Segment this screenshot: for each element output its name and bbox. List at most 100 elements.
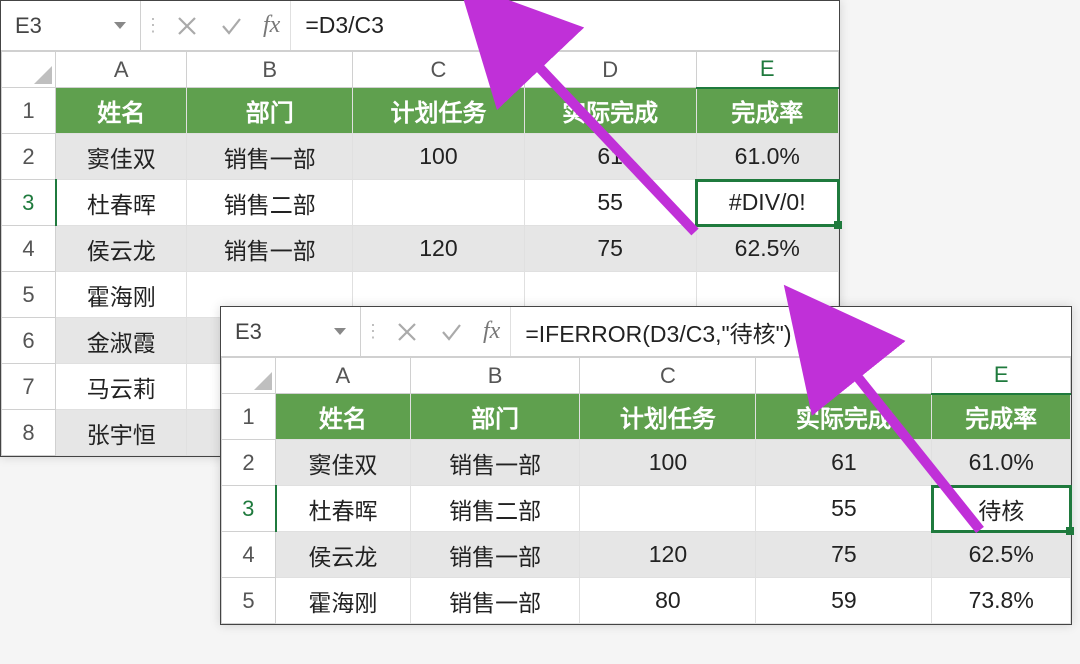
table-row: 2 窦佳双 销售一部 100 61 61.0% (2, 134, 839, 180)
row-header[interactable]: 2 (2, 134, 56, 180)
col-header[interactable]: E (932, 358, 1071, 394)
close-icon (396, 321, 418, 343)
cell[interactable]: 杜春晖 (56, 180, 187, 226)
col-header[interactable]: A (56, 52, 187, 88)
cell[interactable]: 侯云龙 (276, 532, 411, 578)
cell[interactable]: 计划任务 (580, 394, 756, 440)
name-box[interactable]: E3 (221, 307, 361, 356)
col-header[interactable]: B (410, 358, 580, 394)
cell[interactable]: 窦佳双 (56, 134, 187, 180)
row-header[interactable]: 1 (222, 394, 276, 440)
cell[interactable]: 完成率 (932, 394, 1071, 440)
cell[interactable]: 姓名 (56, 88, 187, 134)
column-headers: A B C D E (2, 52, 839, 88)
fx-icon[interactable]: fx (253, 1, 291, 50)
col-header[interactable]: B (187, 52, 353, 88)
fx-icon[interactable]: fx (473, 307, 511, 356)
cell[interactable] (353, 180, 525, 226)
cell[interactable]: 马云莉 (56, 364, 187, 410)
cell[interactable] (580, 486, 756, 532)
cell[interactable]: 80 (580, 578, 756, 624)
confirm-formula-button[interactable] (209, 1, 253, 50)
row-header[interactable]: 3 (2, 180, 56, 226)
chevron-down-icon[interactable] (334, 328, 346, 335)
spreadsheet-window-2: E3 ⋮ fx =IFERROR(D3/C3,"待核") A B C D E 1… (220, 306, 1072, 625)
cell[interactable]: 销售一部 (187, 226, 353, 272)
cell[interactable]: 完成率 (696, 88, 838, 134)
selected-cell[interactable]: 待核 (932, 486, 1071, 532)
cell[interactable]: 姓名 (276, 394, 411, 440)
cell[interactable]: 杜春晖 (276, 486, 411, 532)
cell[interactable]: 计划任务 (353, 88, 525, 134)
row-header[interactable]: 7 (2, 364, 56, 410)
col-header[interactable]: E (696, 52, 838, 88)
table-row: 3 杜春晖 销售二部 55 #DIV/0! (2, 180, 839, 226)
cancel-formula-button[interactable] (385, 307, 429, 356)
row-header[interactable]: 4 (222, 532, 276, 578)
cell[interactable]: 侯云龙 (56, 226, 187, 272)
cell[interactable]: 霍海刚 (276, 578, 411, 624)
row-header[interactable]: 6 (2, 318, 56, 364)
cell[interactable]: 实际完成 (756, 394, 932, 440)
col-header[interactable]: A (276, 358, 411, 394)
cell[interactable]: 销售一部 (410, 440, 580, 486)
row-header[interactable]: 4 (2, 226, 56, 272)
cell[interactable]: 73.8% (932, 578, 1071, 624)
cell[interactable]: 销售二部 (187, 180, 353, 226)
table-row: 1 姓名 部门 计划任务 实际完成 完成率 (222, 394, 1071, 440)
cell[interactable]: 61.0% (932, 440, 1071, 486)
cell[interactable]: 销售二部 (410, 486, 580, 532)
formula-input[interactable]: =D3/C3 (291, 12, 839, 39)
row-header[interactable]: 8 (2, 410, 56, 456)
cell[interactable]: 100 (580, 440, 756, 486)
col-header[interactable]: C (580, 358, 756, 394)
cell[interactable]: 61 (756, 440, 932, 486)
col-header[interactable]: C (353, 52, 525, 88)
cell[interactable]: 部门 (187, 88, 353, 134)
row-header[interactable]: 1 (2, 88, 56, 134)
cancel-formula-button[interactable] (165, 1, 209, 50)
table-row: 4 侯云龙 销售一部 120 75 62.5% (222, 532, 1071, 578)
col-header[interactable]: D (524, 52, 696, 88)
cell[interactable]: 部门 (410, 394, 580, 440)
cell[interactable]: 销售一部 (410, 532, 580, 578)
cell[interactable]: 销售一部 (187, 134, 353, 180)
selected-cell[interactable]: #DIV/0! (696, 180, 838, 226)
cell[interactable]: 61 (524, 134, 696, 180)
cell[interactable]: 75 (756, 532, 932, 578)
cell[interactable]: 55 (524, 180, 696, 226)
close-icon (176, 15, 198, 37)
name-box-value: E3 (235, 319, 262, 345)
check-icon (220, 15, 242, 37)
chevron-down-icon[interactable] (114, 22, 126, 29)
cell[interactable]: 张宇恒 (56, 410, 187, 456)
cell[interactable]: 62.5% (696, 226, 838, 272)
cell-grid: A B C D E 1 姓名 部门 计划任务 实际完成 完成率 2 窦佳双 销售… (221, 357, 1071, 624)
name-box[interactable]: E3 (1, 1, 141, 50)
cell[interactable]: 120 (580, 532, 756, 578)
formula-input[interactable]: =IFERROR(D3/C3,"待核") (511, 315, 1071, 349)
cell[interactable]: 120 (353, 226, 525, 272)
row-header[interactable]: 5 (222, 578, 276, 624)
cell[interactable]: 实际完成 (524, 88, 696, 134)
cell[interactable]: 霍海刚 (56, 272, 187, 318)
resize-grip-icon[interactable]: ⋮ (361, 307, 385, 356)
row-header[interactable]: 3 (222, 486, 276, 532)
confirm-formula-button[interactable] (429, 307, 473, 356)
row-header[interactable]: 2 (222, 440, 276, 486)
cell[interactable]: 窦佳双 (276, 440, 411, 486)
cell[interactable]: 59 (756, 578, 932, 624)
cell[interactable]: 75 (524, 226, 696, 272)
cell[interactable]: 62.5% (932, 532, 1071, 578)
select-all-corner[interactable] (222, 358, 276, 394)
resize-grip-icon[interactable]: ⋮ (141, 1, 165, 50)
select-all-corner[interactable] (2, 52, 56, 88)
cell[interactable]: 金淑霞 (56, 318, 187, 364)
cell[interactable]: 61.0% (696, 134, 838, 180)
col-header[interactable]: D (756, 358, 932, 394)
row-header[interactable]: 5 (2, 272, 56, 318)
check-icon (440, 321, 462, 343)
cell[interactable]: 100 (353, 134, 525, 180)
cell[interactable]: 55 (756, 486, 932, 532)
cell[interactable]: 销售一部 (410, 578, 580, 624)
